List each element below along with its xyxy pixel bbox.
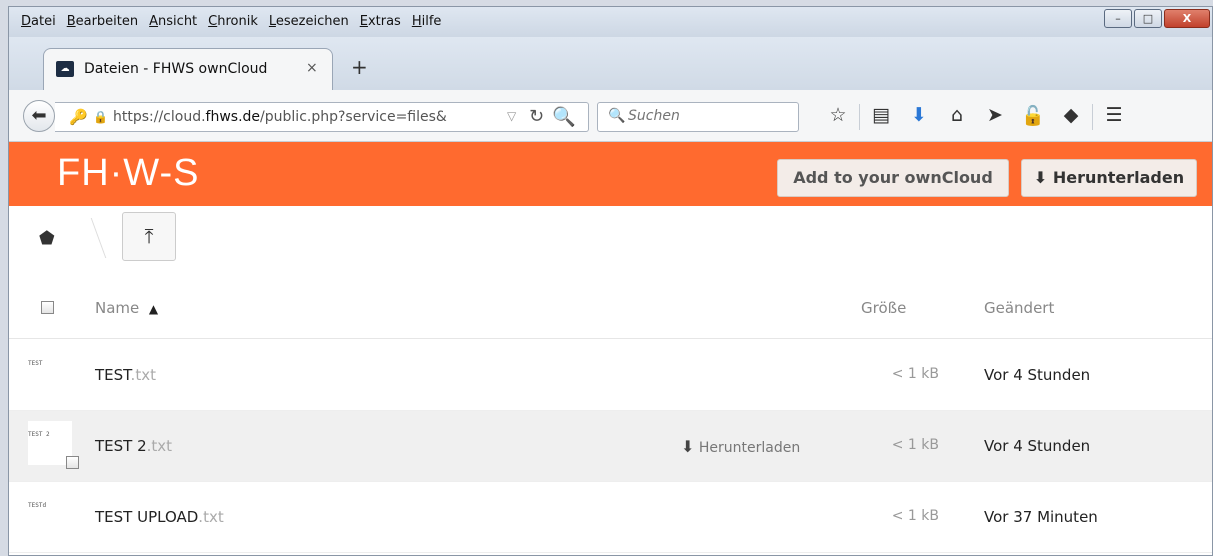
fhws-logo[interactable]: FH·W-S	[57, 152, 200, 195]
sort-indicator-icon: ▲	[148, 302, 159, 316]
hamburger-menu-icon[interactable]: ☰	[1095, 104, 1133, 130]
new-tab-button[interactable]: +	[351, 55, 368, 79]
file-modified: Vor 4 Stunden	[984, 366, 1091, 384]
table-row[interactable]: TESTd TEST UPLOAD.txt < 1 kB Vor 37 Minu…	[9, 482, 1212, 553]
file-size: < 1 kB	[891, 366, 939, 382]
downloads-icon[interactable]: ⬇	[900, 104, 938, 130]
owncloud-favicon-icon: ☁	[56, 61, 74, 77]
close-window-button[interactable]: X	[1164, 9, 1210, 28]
row-download-action[interactable]: ⬇ Herunterladen	[681, 437, 800, 456]
tab-dateien[interactable]: ☁ Dateien - FHWS ownCloud ×	[43, 48, 333, 90]
file-thumbnail[interactable]: TESTd	[28, 492, 72, 536]
url-bar[interactable]: 🔑 🔒 https://cloud.fhws.de/public.php?ser…	[55, 102, 589, 132]
column-size-header[interactable]: Größe	[861, 299, 906, 317]
menu-datei[interactable]: Datei	[21, 14, 56, 29]
download-icon: ⬇	[681, 437, 695, 456]
file-modified: Vor 4 Stunden	[984, 437, 1091, 455]
download-icon: ⬇	[1033, 168, 1048, 187]
lock-icon: 🔒	[93, 110, 108, 124]
column-name-header[interactable]: Name ▲	[95, 299, 158, 317]
tab-bar: ☁ Dateien - FHWS ownCloud × +	[9, 37, 1212, 90]
menu-bearbeiten[interactable]: Bearbeiten	[67, 14, 138, 29]
menu-hilfe[interactable]: Hilfe	[412, 14, 442, 29]
send-icon[interactable]: ➤	[976, 104, 1014, 130]
owncloud-header: FH·W-S Add to your ownCloud ⬇ Herunterla…	[9, 142, 1212, 206]
search-input[interactable]	[628, 108, 788, 124]
table-row[interactable]: TEST TEST.txt < 1 kB Vor 4 Stunden	[9, 340, 1212, 411]
file-size: < 1 kB	[891, 508, 939, 524]
search-go-icon[interactable]: 🔍	[552, 105, 576, 128]
reload-icon[interactable]: ↻	[529, 106, 544, 127]
reading-list-icon[interactable]: ▤	[862, 104, 900, 130]
tab-close-icon[interactable]: ×	[306, 60, 318, 76]
file-name[interactable]: TEST 2.txt	[95, 437, 172, 455]
row-checkbox[interactable]	[66, 456, 79, 469]
upload-icon: ⤒	[144, 224, 154, 248]
breadcrumb-separator	[73, 218, 107, 258]
menu-ansicht[interactable]: Ansicht	[149, 14, 197, 29]
download-all-button[interactable]: ⬇ Herunterladen	[1021, 159, 1197, 197]
toolbar-divider	[1092, 104, 1093, 130]
menu-lesezeichen[interactable]: Lesezeichen	[269, 14, 349, 29]
file-modified: Vor 37 Minuten	[984, 508, 1098, 526]
file-table-header: Name ▲ Größe Geändert	[9, 271, 1212, 339]
file-name[interactable]: TEST UPLOAD.txt	[95, 508, 224, 526]
table-row[interactable]: TEST 2 TEST 2.txt ⬇ Herunterladen < 1 kB…	[9, 411, 1212, 482]
add-to-owncloud-button[interactable]: Add to your ownCloud	[777, 159, 1009, 197]
search-icon: 🔍	[608, 108, 626, 124]
toolbar-divider	[859, 104, 860, 130]
back-button[interactable]: ⬅	[23, 100, 55, 132]
home-breadcrumb-icon[interactable]: ⬟	[39, 228, 55, 249]
file-name[interactable]: TEST.txt	[95, 366, 156, 384]
pocket-icon[interactable]: ◆	[1052, 104, 1090, 130]
url-text[interactable]: https://cloud.fhws.de/public.php?service…	[113, 109, 447, 125]
bookmark-star-icon[interactable]: ☆	[819, 104, 857, 130]
upload-button[interactable]: ⤒	[122, 212, 176, 261]
url-dropdown-icon[interactable]: ▽	[507, 109, 516, 123]
navigation-bar: ⬅ 🔑 🔒 https://cloud.fhws.de/public.php?s…	[9, 90, 1212, 142]
select-all-checkbox[interactable]	[41, 301, 54, 314]
tab-title: Dateien - FHWS ownCloud	[84, 61, 268, 77]
browser-window: Datei Bearbeiten Ansicht Chronik Lesezei…	[8, 6, 1213, 556]
search-box[interactable]: 🔍	[597, 102, 799, 132]
menu-bar: Datei Bearbeiten Ansicht Chronik Lesezei…	[9, 7, 1212, 37]
menu-extras[interactable]: Extras	[360, 14, 401, 29]
file-size: < 1 kB	[891, 437, 939, 453]
site-identity-icon[interactable]: 🔑	[69, 108, 88, 126]
file-list-content: ⬟ ⤒ Name ▲ Größe Geändert TEST TEST.txt …	[9, 206, 1212, 555]
addon-lock-icon[interactable]: 🔓	[1014, 104, 1052, 130]
breadcrumb: ⬟ ⤒	[9, 206, 1212, 271]
menu-chronik[interactable]: Chronik	[208, 14, 258, 29]
minimize-button[interactable]: –	[1104, 9, 1132, 28]
column-modified-header[interactable]: Geändert	[984, 299, 1054, 317]
maximize-button[interactable]: □	[1134, 9, 1162, 28]
file-thumbnail[interactable]: TEST	[28, 350, 72, 394]
home-icon[interactable]: ⌂	[938, 104, 976, 130]
